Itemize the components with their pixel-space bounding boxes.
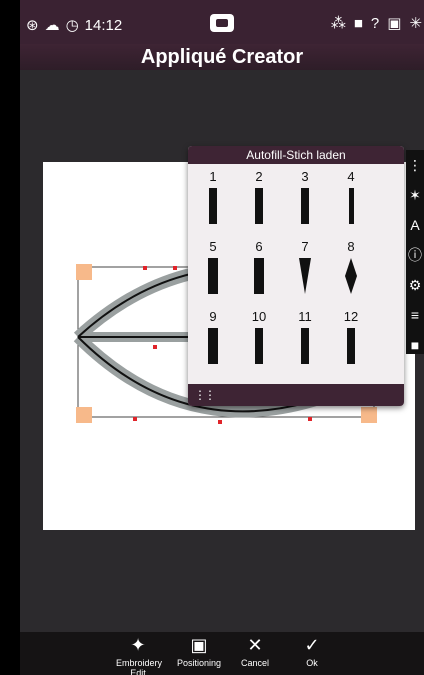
text-icon[interactable]: A	[406, 210, 424, 240]
save-icon[interactable]: ▣	[387, 14, 401, 32]
info-icon[interactable]: ⓘ	[406, 240, 424, 270]
wifi-icon: ⊛	[26, 17, 39, 34]
embroidery-edit-icon: ✦	[130, 635, 146, 655]
side-toolbar: ⋮ ✶ A ⓘ ⚙ ≡ ■	[406, 150, 424, 354]
stitch-number: 6	[255, 239, 263, 254]
stitch-number: 3	[301, 169, 309, 184]
screen: ⊛ ☁ ◷ 14:12 ⁂ ■ ? ▣ ✳ Appliqué Creator A…	[20, 0, 424, 675]
stitch-preview-icon	[347, 328, 355, 364]
stitch-number: 8	[347, 239, 355, 254]
stitch-number: 2	[255, 169, 263, 184]
stitch-number: 4	[347, 169, 355, 184]
resize-dots-icon[interactable]: ⋮⋮	[194, 388, 216, 402]
autofill-stitch-popup: Autofill-Stich laden 1 2 3 4 5 6 7 8 9 1…	[188, 146, 404, 406]
stitch-number: 1	[209, 169, 217, 184]
checkmark-icon: ✓	[304, 635, 320, 655]
device-frame: ⊛ ☁ ◷ 14:12 ⁂ ■ ? ▣ ✳ Appliqué Creator A…	[0, 0, 424, 675]
status-bar: ⊛ ☁ ◷ 14:12 ⁂ ■ ? ▣ ✳	[20, 0, 424, 44]
popup-footer: ⋮⋮	[188, 384, 404, 406]
close-icon: ✕	[247, 635, 263, 655]
positioning-label: Positioning	[176, 658, 222, 668]
stitch-preview-icon	[208, 328, 218, 364]
stitch-preview-icon	[299, 258, 311, 294]
stitch-option-7[interactable]: 7	[282, 240, 328, 310]
stitch-number: 12	[343, 309, 359, 324]
stitch-preview-icon	[255, 328, 263, 364]
satin-icon[interactable]: ≡	[406, 300, 424, 330]
stitch-option-2[interactable]: 2	[236, 170, 282, 240]
positioning-button[interactable]: ▣ Positioning	[174, 636, 224, 668]
stitch-preview-icon	[349, 188, 354, 224]
cancel-button[interactable]: ✕ Cancel	[237, 636, 273, 668]
stitch-option-3[interactable]: 3	[282, 170, 328, 240]
status-right: ⁂ ■ ? ▣ ✳	[330, 14, 422, 33]
stitch-option-8[interactable]: 8	[328, 240, 374, 310]
stitch-number: 11	[298, 309, 312, 324]
bottom-toolbar: ✦ Embroidery Edit ▣ Positioning ✕ Cancel…	[20, 632, 424, 675]
app-title: Appliqué Creator	[20, 44, 424, 70]
gear-icon[interactable]: ⚙	[406, 270, 424, 300]
popup-title: Autofill-Stich laden	[188, 146, 404, 164]
settings-icon[interactable]: ✳	[409, 14, 422, 32]
stitch-type-icon[interactable]: ✶	[406, 180, 424, 210]
stitch-number: 7	[301, 239, 309, 254]
stitch-preview-icon	[209, 188, 217, 224]
usb-icon[interactable]	[210, 14, 234, 32]
stitch-preview-icon	[208, 258, 218, 294]
ok-button[interactable]: ✓ Ok	[300, 636, 324, 668]
stitch-preview-icon	[255, 188, 263, 224]
stitch-option-1[interactable]: 1	[190, 170, 236, 240]
stitch-option-4[interactable]: 4	[328, 170, 374, 240]
embroidery-edit-label: Embroidery Edit	[116, 658, 163, 675]
stitch-option-12[interactable]: 12	[328, 310, 374, 380]
status-time: 14:12	[84, 16, 123, 34]
status-left: ⊛ ☁ ◷ 14:12	[26, 16, 123, 35]
stitch-number: 10	[251, 309, 267, 324]
cancel-label: Cancel	[240, 658, 269, 668]
stitch-preview-icon	[345, 258, 357, 294]
stitch-option-9[interactable]: 9	[190, 310, 236, 380]
book-icon[interactable]: ■	[354, 15, 363, 32]
ok-label: Ok	[306, 658, 318, 668]
cloud-icon: ☁	[44, 17, 60, 34]
bluetooth-icon: ⁂	[330, 15, 346, 32]
stitch-preview-icon	[301, 328, 309, 364]
grip-icon[interactable]: ⋮	[406, 150, 424, 180]
stitch-option-6[interactable]: 6	[236, 240, 282, 310]
positioning-icon: ▣	[190, 635, 208, 655]
folder-icon[interactable]: ■	[406, 330, 424, 360]
stitch-option-11[interactable]: 11	[282, 310, 328, 380]
clock-icon: ◷	[65, 17, 79, 34]
stitch-option-10[interactable]: 10	[236, 310, 282, 380]
stitch-preview-icon	[254, 258, 264, 294]
embroidery-edit-button[interactable]: ✦ Embroidery Edit	[116, 635, 163, 675]
stitch-number: 5	[209, 239, 217, 254]
stitch-option-5[interactable]: 5	[190, 240, 236, 310]
stitch-preview-icon	[301, 188, 309, 224]
help-icon[interactable]: ?	[371, 15, 379, 32]
stitch-number: 9	[209, 309, 217, 324]
